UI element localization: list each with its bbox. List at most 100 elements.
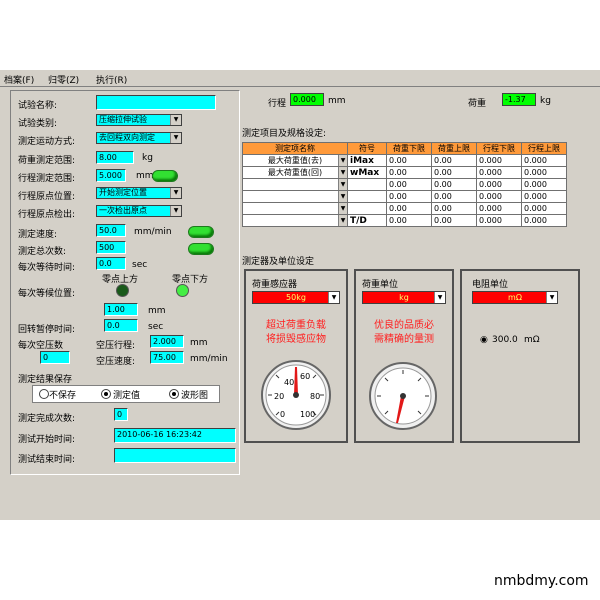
row-name-select[interactable]: 最大荷重值(去) ▼ <box>242 154 348 167</box>
row-stroke-max[interactable]: 0.000 <box>521 166 567 179</box>
col-header-load-min: 荷重下限 <box>386 142 432 155</box>
row-stroke-max[interactable]: 0.000 <box>521 178 567 191</box>
row-symbol: iMax <box>347 154 387 167</box>
row-name-select[interactable]: ▼ <box>242 202 348 215</box>
speed-input[interactable]: 50.0 <box>96 224 126 237</box>
total-count-label: 测定总次数: <box>18 247 67 257</box>
done-count-input[interactable]: 0 <box>114 408 128 421</box>
row-load-max[interactable]: 0.00 <box>431 190 477 203</box>
row-symbol: wMax <box>347 166 387 179</box>
end-time-input[interactable] <box>114 448 236 463</box>
idle-speed-unit: mm/min <box>190 354 228 364</box>
idle-speed-input[interactable]: 75.00 <box>150 351 184 364</box>
wait-time-input[interactable]: 0.0 <box>96 257 126 270</box>
res-unit-select[interactable]: mΩ ▼ <box>472 291 558 304</box>
row-stroke-min[interactable]: 0.000 <box>476 190 522 203</box>
menu-file[interactable]: 档案(F) <box>4 73 34 86</box>
load-sensor-select[interactable]: 50kg ▼ <box>252 291 340 304</box>
speed-led-indicator[interactable] <box>188 226 214 238</box>
row-name-select[interactable]: 最大荷重值(回) ▼ <box>242 166 348 179</box>
chevron-down-icon: ▼ <box>546 292 557 303</box>
chevron-down-icon: ▼ <box>170 206 181 216</box>
gauge-tick-label: 20 <box>274 392 284 401</box>
row-stroke-max[interactable]: 0.000 <box>521 190 567 203</box>
overload-warning-text: 超过荷重负载 将损毁感应物 <box>266 320 326 345</box>
table-row: 最大荷重值(回) ▼ wMax 0.00 0.00 0.000 0.000 <box>242 166 567 179</box>
wait-pos-input[interactable]: 1.00 <box>104 303 138 316</box>
test-type-label: 试验类别: <box>18 119 58 129</box>
row-load-max[interactable]: 0.00 <box>431 214 477 227</box>
test-name-input[interactable] <box>96 95 216 110</box>
col-header-stroke-min: 行程下限 <box>476 142 522 155</box>
idle-count-input[interactable]: 0 <box>40 351 70 364</box>
load-unit-select[interactable]: kg ▼ <box>362 291 446 304</box>
test-type-select[interactable]: 压缩拉伸试验 ▼ <box>96 114 182 126</box>
col-header-name: 测定项名称 <box>242 142 348 155</box>
start-time-label: 测试开始时间: <box>18 435 76 445</box>
gauge-tick-label: 0 <box>280 410 285 419</box>
test-name-label: 试验名称: <box>18 101 58 111</box>
sensor-section-title: 测定器及单位设定 <box>242 257 315 267</box>
stroke-readout-value: 0.000 <box>290 93 324 106</box>
wait-pos-unit: mm <box>148 306 166 316</box>
load-sensor-label: 荷重感应器 <box>252 280 298 290</box>
row-stroke-min[interactable]: 0.000 <box>476 178 522 191</box>
idle-stroke-label: 空压行程: <box>96 341 136 351</box>
zero-above-indicator[interactable] <box>116 284 129 297</box>
row-load-min[interactable]: 0.00 <box>386 190 432 203</box>
motion-label: 测定运动方式: <box>18 137 76 147</box>
row-stroke-max[interactable]: 0.000 <box>521 202 567 215</box>
motion-select[interactable]: 去回程双向测定 ▼ <box>96 132 182 144</box>
col-header-stroke-max: 行程上限 <box>521 142 567 155</box>
row-load-max[interactable]: 0.00 <box>431 178 477 191</box>
row-name-select[interactable]: ▼ <box>242 190 348 203</box>
load-range-input[interactable]: 8.00 <box>96 151 134 164</box>
stroke-range-input[interactable]: 5.000 <box>96 169 126 182</box>
count-led-indicator[interactable] <box>188 243 214 255</box>
row-load-min[interactable]: 0.00 <box>386 202 432 215</box>
row-load-max[interactable]: 0.00 <box>431 166 477 179</box>
stroke-led-indicator[interactable] <box>152 170 178 182</box>
row-name-select[interactable]: ▼ <box>242 214 348 227</box>
radio-waveform[interactable] <box>169 389 179 399</box>
origin-pos-label: 行程原点位置: <box>18 192 76 202</box>
row-stroke-min[interactable]: 0.000 <box>476 166 522 179</box>
res-radio-icon[interactable]: ◉ <box>480 335 488 345</box>
row-symbol <box>347 178 387 191</box>
chevron-down-icon: ▼ <box>338 179 347 190</box>
row-load-max[interactable]: 0.00 <box>431 154 477 167</box>
idle-stroke-input[interactable]: 2.000 <box>150 335 184 348</box>
row-stroke-min[interactable]: 0.000 <box>476 202 522 215</box>
row-name-select[interactable]: ▼ <box>242 178 348 191</box>
radio-measured-label: 测定值 <box>113 391 141 401</box>
row-load-max[interactable]: 0.00 <box>431 202 477 215</box>
menu-exec[interactable]: 执行(R) <box>96 73 127 86</box>
row-stroke-max[interactable]: 0.000 <box>521 214 567 227</box>
row-load-min[interactable]: 0.00 <box>386 178 432 191</box>
total-count-input[interactable]: 500 <box>96 241 126 254</box>
row-symbol <box>347 202 387 215</box>
origin-pos-select[interactable]: 开始测定位置 ▼ <box>96 187 182 199</box>
origin-detect-select[interactable]: 一次检出原点 ▼ <box>96 205 182 217</box>
stroke-range-unit: mm <box>136 171 154 181</box>
zero-below-indicator[interactable] <box>176 284 189 297</box>
gauge-dial-icon: 40 60 20 80 0 100 <box>261 360 331 430</box>
row-stroke-max[interactable]: 0.000 <box>521 154 567 167</box>
radio-waveform-label: 波形图 <box>181 391 209 401</box>
start-time-input[interactable]: 2010-06-16 16:23:42 <box>114 428 236 443</box>
row-load-min[interactable]: 0.00 <box>386 214 432 227</box>
row-stroke-min[interactable]: 0.000 <box>476 214 522 227</box>
table-row: ▼ T/D 0.00 0.00 0.000 0.000 <box>242 214 567 227</box>
radio-nosave[interactable] <box>39 389 49 399</box>
row-load-min[interactable]: 0.00 <box>386 154 432 167</box>
radio-measured[interactable] <box>101 389 111 399</box>
gauge-tick-label: 40 <box>284 378 294 387</box>
end-time-label: 测试结束时间: <box>18 455 76 465</box>
rotate-pause-input[interactable]: 0.0 <box>104 319 138 332</box>
save-option-group: 不保存 测定值 波形图 <box>32 385 220 403</box>
load-sensor-panel: 荷重感应器 50kg ▼ 超过荷重负载 将损毁感应物 40 60 20 80 0 … <box>244 269 348 443</box>
row-load-min[interactable]: 0.00 <box>386 166 432 179</box>
table-header-row: 测定项名称 符号 荷重下限 荷重上限 行程下限 行程上限 <box>242 142 567 155</box>
row-stroke-min[interactable]: 0.000 <box>476 154 522 167</box>
menu-zero[interactable]: 归零(Z) <box>48 73 79 86</box>
